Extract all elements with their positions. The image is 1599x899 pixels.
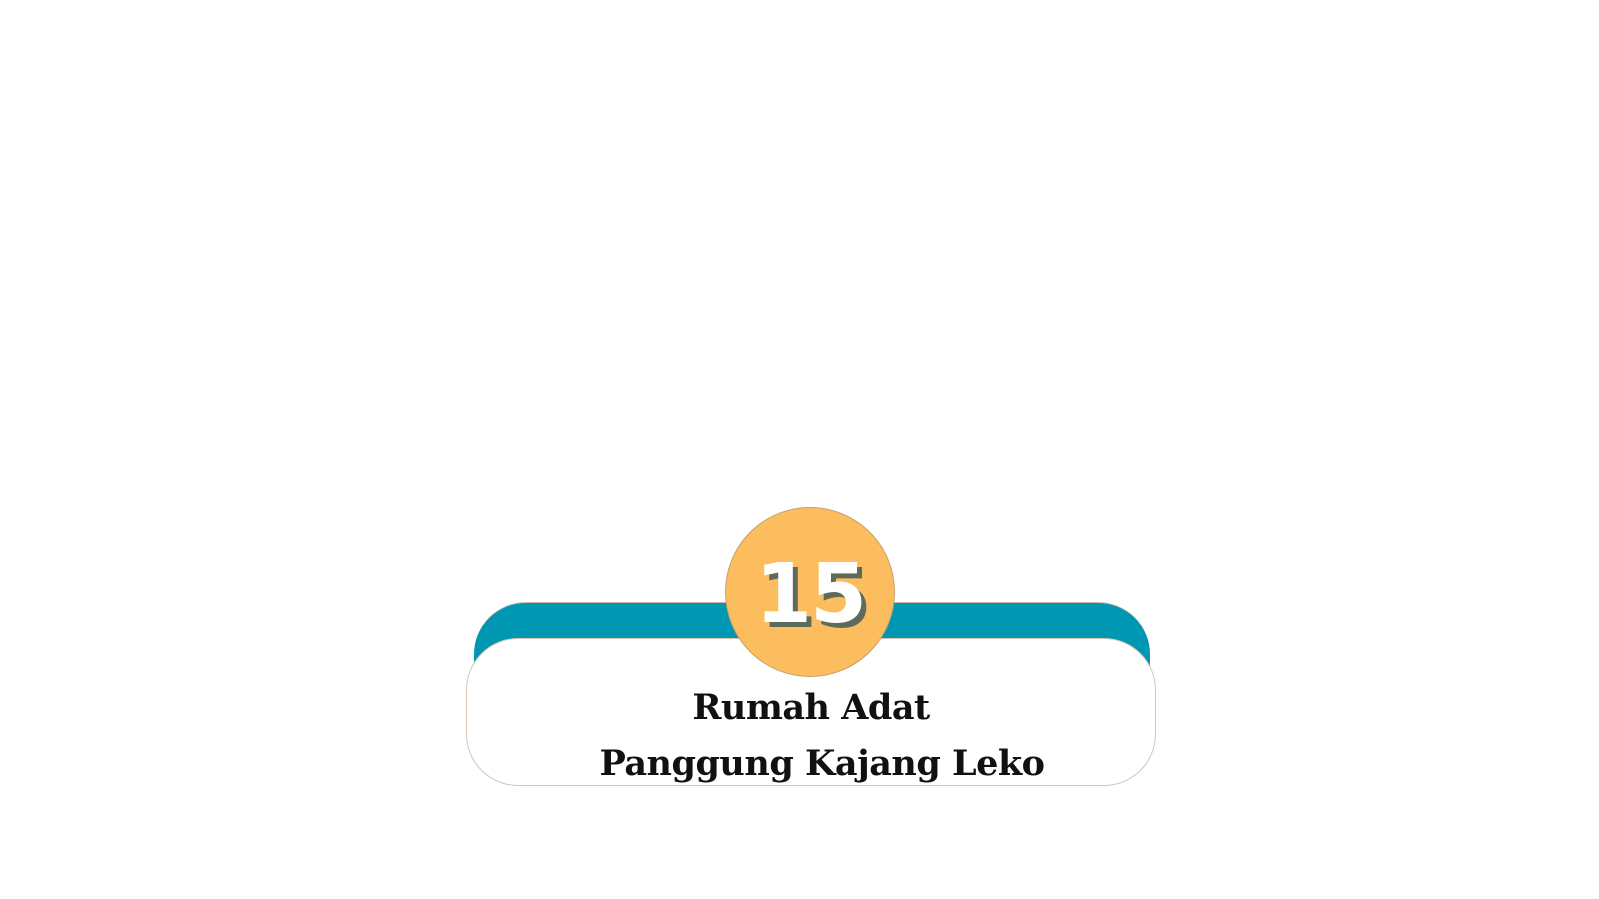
title-line-1: Rumah Adat [692,687,930,728]
badge-number: 15 [754,546,867,642]
slide-canvas: Rumah Adat Panggung Kajang Leko 15 [0,0,1599,899]
number-badge: 15 [725,507,895,677]
title-line-2: Panggung Kajang Leko [599,743,1045,784]
title-block: Rumah Adat Panggung Kajang Leko [466,680,1156,792]
